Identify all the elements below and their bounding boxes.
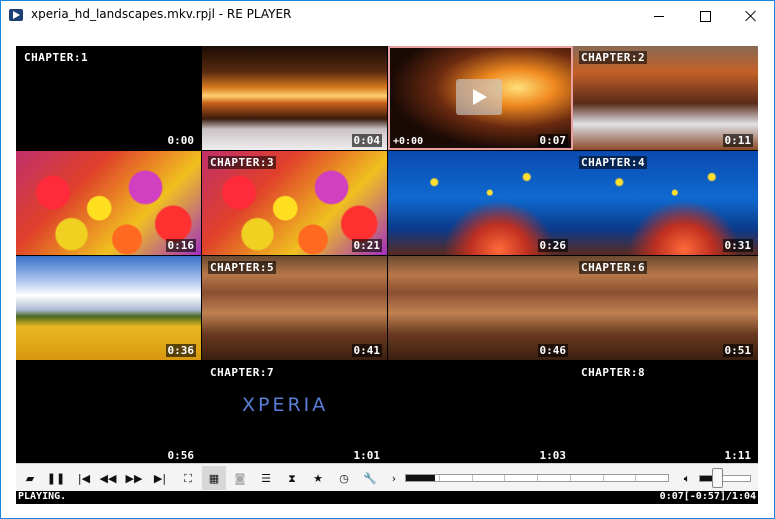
xperia-logo: XPERIA	[242, 394, 329, 416]
timestamp-label: 0:36	[165, 344, 196, 357]
clock-icon[interactable]: ◷	[332, 466, 356, 490]
minimize-button[interactable]	[636, 1, 682, 31]
timestamp-label: 1:03	[537, 449, 568, 462]
fast-forward-icon[interactable]: ▶▶	[122, 466, 146, 490]
timestamp-label: 0:56	[165, 449, 196, 462]
seek-tick	[635, 475, 636, 481]
pause-glyph: ❚❚	[46, 471, 66, 485]
chapter-thumbnail[interactable]: 0:04	[202, 46, 387, 150]
chevron-right-glyph: ›	[391, 471, 397, 485]
timestamp-label: 0:16	[165, 239, 196, 252]
grid-view-icon[interactable]: ▦	[202, 466, 226, 490]
title-bar[interactable]: xperia_hd_landscapes.mkv.rpjl - RE PLAYE…	[1, 1, 774, 31]
seek-tick	[603, 475, 604, 481]
hourglass-glyph: ⧗	[288, 471, 296, 485]
seek-tick	[504, 475, 505, 481]
skip-previous-icon[interactable]: |◀	[72, 466, 96, 490]
chapter-thumbnail[interactable]: CHAPTER:2 0:11	[573, 46, 758, 150]
chapter-thumbnail[interactable]: 0:36	[16, 256, 201, 360]
chapter-thumbnail[interactable]: 0:26	[388, 151, 573, 255]
clock-glyph: ◷	[339, 471, 349, 485]
chapter-thumbnail[interactable]: CHAPTER:8 1:11	[573, 361, 758, 465]
timestamp-label: 0:00	[165, 134, 196, 147]
playlist-icon[interactable]: ☰	[254, 466, 278, 490]
volume-slider[interactable]	[699, 475, 751, 482]
seek-progress	[406, 475, 435, 481]
timestamp-label: 0:11	[722, 134, 753, 147]
status-bar: PLAYING. 0:07[-0:57]/1:04	[16, 491, 758, 504]
chapter-thumbnail[interactable]: CHAPTER:6 0:51	[573, 256, 758, 360]
chapter-thumbnail[interactable]: CHAPTER:5 0:41	[202, 256, 387, 360]
pause-icon[interactable]: ❚❚	[44, 466, 68, 490]
playlist-glyph: ☰	[261, 471, 271, 485]
grid-view-glyph: ▦	[208, 471, 220, 485]
skip-previous-glyph: |◀	[77, 471, 91, 485]
timestamp-label: 0:26	[537, 239, 568, 252]
timestamp-label: 0:07	[537, 134, 568, 147]
wrench-glyph: 🔧	[363, 471, 377, 485]
chapter-label: CHAPTER:3	[208, 156, 277, 169]
window-title: xperia_hd_landscapes.mkv.rpjl - RE PLAYE…	[31, 7, 292, 21]
volume-slider-handle[interactable]	[712, 468, 723, 488]
chapter-thumbnail[interactable]: 0:16	[16, 151, 201, 255]
fullscreen-glyph: ⛶	[184, 471, 192, 485]
skip-next-glyph: ▶|	[153, 471, 167, 485]
camera-icon[interactable]: ◙	[228, 466, 252, 490]
chapter-thumbnail[interactable]: CHAPTER:4 0:31	[573, 151, 758, 255]
chapter-thumbnail[interactable]: CHAPTER:7 XPERIA 1:01	[202, 361, 387, 465]
fast-forward-glyph: ▶▶	[125, 471, 143, 485]
timestamp-label: 1:11	[722, 449, 753, 462]
chapter-thumbnail[interactable]: +0:00 0:07	[388, 46, 573, 150]
chapter-thumbnail[interactable]: 1:03	[388, 361, 573, 465]
maximize-button[interactable]	[682, 1, 728, 31]
chevron-right-icon[interactable]: ›	[382, 466, 406, 490]
chapter-label: CHAPTER:2	[579, 51, 648, 64]
time-readout: 0:07[-0:57]/1:04	[659, 491, 756, 502]
chapter-label: CHAPTER:5	[208, 261, 277, 274]
skip-next-icon[interactable]: ▶|	[148, 466, 172, 490]
chapter-label: CHAPTER:7	[208, 366, 277, 379]
wrench-icon[interactable]: 🔧	[358, 466, 382, 490]
chapter-thumbnail[interactable]: 0:46	[388, 256, 573, 360]
timestamp-label: 0:31	[722, 239, 753, 252]
speaker-icon[interactable]: 🔈︎	[675, 466, 699, 490]
star-icon[interactable]: ★	[306, 466, 330, 490]
chapter-grid: CHAPTER:1 0:00 0:04 +0:00 0:07 CHAPTER:2 0:11 0…	[16, 46, 758, 465]
timestamp-label: 0:46	[537, 344, 568, 357]
maximize-icon	[699, 10, 711, 22]
minimize-icon	[654, 15, 664, 17]
seek-tick	[570, 475, 571, 481]
timestamp-label: 1:01	[351, 449, 382, 462]
fullscreen-icon[interactable]: ⛶	[176, 466, 200, 490]
rewind-icon[interactable]: ◀◀	[96, 466, 120, 490]
hourglass-icon[interactable]: ⧗	[280, 466, 304, 490]
chapter-thumbnail[interactable]: 0:56	[16, 361, 201, 465]
chapter-thumbnail[interactable]: CHAPTER:1 0:00	[16, 46, 201, 150]
open-folder-glyph: ▰	[25, 471, 35, 485]
seek-tick	[472, 475, 473, 481]
star-glyph: ★	[313, 471, 323, 485]
chapter-label: CHAPTER:1	[22, 51, 91, 64]
chapter-label: CHAPTER:8	[579, 366, 648, 379]
timestamp-label: 0:41	[351, 344, 382, 357]
seek-tick	[439, 475, 440, 481]
seek-bar[interactable]	[405, 474, 669, 482]
rewind-glyph: ◀◀	[99, 471, 117, 485]
close-icon	[745, 10, 757, 22]
control-bar: 🔈︎ ▰ ❚❚ |◀ ◀◀ ▶▶ ▶| ⛶ ▦ ◙ ☰ ⧗ ★ ◷ 🔧 ›	[16, 463, 758, 492]
close-button[interactable]	[728, 1, 774, 31]
play-icon[interactable]	[456, 79, 502, 115]
timestamp-label: 0:04	[351, 134, 382, 147]
timestamp-label: 0:51	[722, 344, 753, 357]
time-offset-label: +0:00	[393, 136, 424, 147]
media-player-icon	[9, 9, 23, 21]
seek-tick	[537, 475, 538, 481]
playback-status: PLAYING.	[18, 491, 67, 502]
chapter-thumbnail[interactable]: CHAPTER:3 0:21	[202, 151, 387, 255]
chapter-label: CHAPTER:6	[579, 261, 648, 274]
camera-glyph: ◙	[234, 471, 246, 485]
chapter-label: CHAPTER:4	[579, 156, 648, 169]
open-folder-icon[interactable]: ▰	[18, 466, 42, 490]
timestamp-label: 0:21	[351, 239, 382, 252]
